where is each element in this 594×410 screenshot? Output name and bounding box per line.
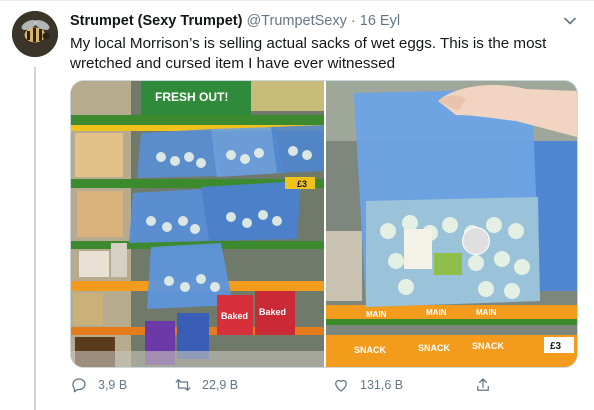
- snack-label-2: SNACK: [418, 343, 451, 353]
- reply-count: 3,9 B: [98, 378, 128, 392]
- avatar[interactable]: [12, 11, 58, 57]
- tweet-date[interactable]: 16 Eyl: [360, 13, 400, 29]
- reply-icon: [72, 378, 86, 393]
- svg-text:Baked: Baked: [259, 307, 286, 317]
- display-name[interactable]: Strumpet (Sexy Trumpet): [70, 13, 242, 29]
- user-handle[interactable]: @TrumpetSexy: [246, 13, 346, 29]
- price-tag-right: £3: [550, 341, 562, 352]
- tweet[interactable]: Strumpet (Sexy Trumpet) @TrumpetSexy · 1…: [0, 0, 594, 410]
- egg-bag-photo-right: MAIN MAIN MAIN SNACK SNACK SNACK £3: [326, 81, 577, 367]
- retweet-count: 22,9 B: [202, 378, 239, 392]
- svg-text:Baked: Baked: [221, 311, 248, 321]
- like-action[interactable]: 131,6 B: [332, 373, 403, 397]
- snack-label-3: SNACK: [472, 341, 505, 351]
- shelf-label-3: MAIN: [476, 308, 497, 317]
- tweet-header: Strumpet (Sexy Trumpet) @TrumpetSexy · 1…: [70, 13, 400, 33]
- tweet-text: My local Morrison’s is selling actual sa…: [70, 35, 547, 72]
- avatar-image: [12, 11, 58, 57]
- heart-icon: [335, 379, 347, 392]
- shelf-label-2: MAIN: [426, 308, 447, 317]
- snack-label-1: SNACK: [354, 345, 387, 355]
- separator-dot: ·: [350, 13, 356, 29]
- tweet-actions: 3,9 B 22,9 B 131,6 B: [70, 373, 510, 397]
- reply-action[interactable]: 3,9 B: [70, 373, 127, 397]
- shelf-photo-left: FRESH OUT! Baked Baked £3: [71, 81, 324, 367]
- like-count: 131,6 B: [360, 378, 404, 392]
- media-grid[interactable]: FRESH OUT! Baked Baked £3 MAIN MAIN MAIN…: [70, 80, 578, 368]
- thread-line: [34, 67, 36, 410]
- price-tag-left: £3: [297, 179, 307, 189]
- share-action[interactable]: [474, 373, 502, 397]
- shelf-label-1: MAIN: [366, 310, 387, 319]
- sign-text: FRESH OUT!: [155, 90, 228, 104]
- retweet-icon: [175, 379, 191, 391]
- media-photo-right[interactable]: MAIN MAIN MAIN SNACK SNACK SNACK £3: [326, 81, 577, 367]
- retweet-action[interactable]: 22,9 B: [174, 373, 238, 397]
- media-photo-left[interactable]: FRESH OUT! Baked Baked £3: [71, 81, 324, 367]
- chevron-down-icon[interactable]: [562, 13, 578, 29]
- share-icon: [477, 378, 489, 391]
